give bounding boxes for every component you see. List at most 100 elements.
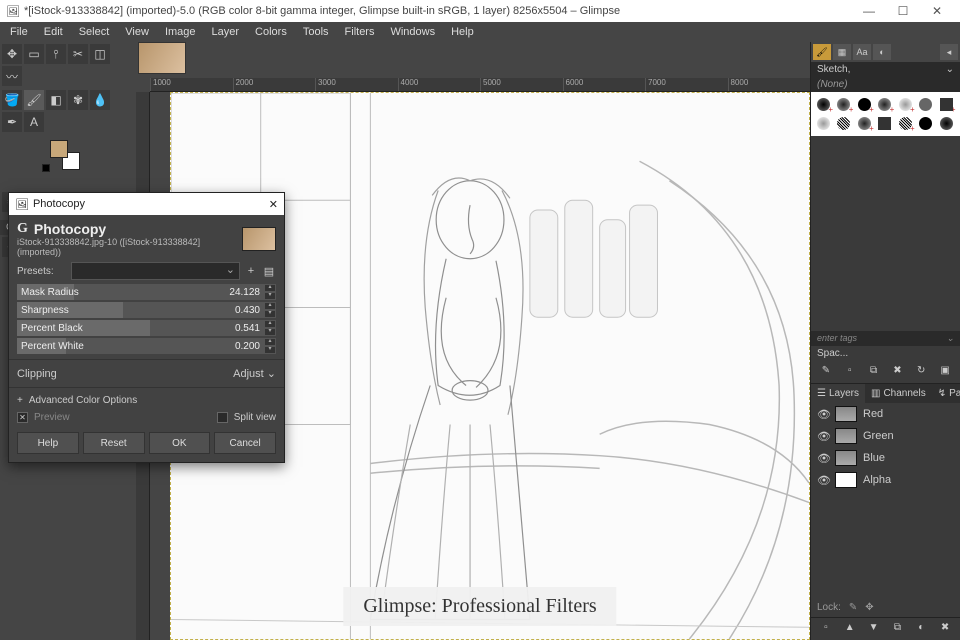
slider-stepper[interactable]: ▴▾ <box>264 284 276 300</box>
presets-select[interactable]: ⌄ <box>71 262 240 280</box>
menu-image[interactable]: Image <box>159 24 202 40</box>
close-button[interactable]: ✕ <box>920 4 954 18</box>
tool-transform[interactable]: ◫ <box>90 44 110 64</box>
tool-bucket[interactable]: 🪣 <box>2 90 22 110</box>
help-button[interactable]: Help <box>17 432 79 454</box>
duplicate-channel-button[interactable]: ⧉ <box>889 622 905 636</box>
tool-smudge[interactable]: 💧 <box>90 90 110 110</box>
ok-button[interactable]: OK <box>149 432 211 454</box>
tool-paintbrush[interactable]: 🖌 <box>24 90 44 110</box>
slider-track[interactable]: Percent White0.200 <box>17 338 264 354</box>
brush-preset[interactable] <box>917 96 934 113</box>
brush-preset[interactable]: + <box>856 96 873 113</box>
lock-position-icon[interactable]: ✥ <box>865 602 873 613</box>
slider-stepper[interactable]: ▴▾ <box>264 320 276 336</box>
channel-row-blue[interactable]: 👁 Blue <box>811 447 960 469</box>
brush-preset[interactable] <box>917 115 934 132</box>
tool-eraser[interactable]: ◧ <box>46 90 66 110</box>
tab-channels[interactable]: ▥Channels <box>865 384 932 403</box>
menu-file[interactable]: File <box>4 24 34 40</box>
brush-preset[interactable]: + <box>876 96 893 113</box>
brush-preset[interactable] <box>876 115 893 132</box>
slider-track[interactable]: Mask Radius24.128 <box>17 284 264 300</box>
clipping-select[interactable]: Adjust ⌄ <box>233 367 276 380</box>
slider-stepper[interactable]: ▴▾ <box>264 338 276 354</box>
tool-clone[interactable]: ✾ <box>68 90 88 110</box>
brushes-tab[interactable]: 🖌 <box>813 44 831 60</box>
brush-preset[interactable]: + <box>815 96 832 113</box>
tool-text[interactable]: A <box>24 112 44 132</box>
dialog-titlebar[interactable]: 🖼 Photocopy ✕ <box>9 193 284 215</box>
new-channel-button[interactable]: ▫ <box>818 622 834 636</box>
preset-menu-button[interactable]: ▤ <box>262 265 276 278</box>
brush-category-select[interactable]: Sketch, ⌄ <box>811 62 960 77</box>
tool-crop[interactable]: ✂ <box>68 44 88 64</box>
maximize-button[interactable]: ☐ <box>886 4 920 18</box>
eye-icon[interactable]: 👁 <box>817 474 829 487</box>
refresh-brush-button[interactable]: ↻ <box>913 365 929 379</box>
color-swatches[interactable] <box>50 140 80 170</box>
open-as-image-button[interactable]: ▣ <box>937 365 953 379</box>
channel-row-alpha[interactable]: 👁 Alpha <box>811 469 960 491</box>
brush-preset[interactable] <box>835 115 852 132</box>
slider-track[interactable]: Percent Black0.541 <box>17 320 264 336</box>
duplicate-brush-button[interactable]: ⧉ <box>866 365 882 379</box>
dialog-close-button[interactable]: ✕ <box>269 198 278 211</box>
fonts-tab[interactable]: Aa <box>853 44 871 60</box>
brush-preset[interactable]: + <box>897 96 914 113</box>
menu-filters[interactable]: Filters <box>339 24 381 40</box>
slider-stepper[interactable]: ▴▾ <box>264 302 276 318</box>
default-colors-icon[interactable] <box>42 164 50 172</box>
tool-move[interactable]: ✥ <box>2 44 22 64</box>
delete-channel-button[interactable]: ✖ <box>937 622 953 636</box>
menu-view[interactable]: View <box>119 24 155 40</box>
slider-track[interactable]: Sharpness0.430 <box>17 302 264 318</box>
eye-icon[interactable]: 👁 <box>817 408 829 421</box>
tab-layers[interactable]: ☰Layers <box>811 384 865 403</box>
tab-paths[interactable]: ↯Paths <box>932 384 960 403</box>
lower-channel-button[interactable]: ▼ <box>866 622 882 636</box>
menu-tools[interactable]: Tools <box>297 24 335 40</box>
panel-menu-icon[interactable]: ◂ <box>940 44 958 60</box>
brush-preset[interactable]: + <box>897 115 914 132</box>
menu-colors[interactable]: Colors <box>249 24 293 40</box>
tag-filter[interactable]: enter tags ⌄ <box>811 331 960 346</box>
fg-color-swatch[interactable] <box>50 140 68 158</box>
minimize-button[interactable]: — <box>852 4 886 18</box>
delete-brush-button[interactable]: ✖ <box>889 365 905 379</box>
brush-preset[interactable]: + <box>856 115 873 132</box>
brush-preset[interactable]: + <box>835 96 852 113</box>
raise-channel-button[interactable]: ▲ <box>842 622 858 636</box>
image-thumbnail[interactable] <box>138 42 186 74</box>
to-selection-button[interactable]: ◐ <box>913 622 929 636</box>
tool-rect-select[interactable]: ▭ <box>24 44 44 64</box>
patterns-tab[interactable]: ▦ <box>833 44 851 60</box>
cancel-button[interactable]: Cancel <box>214 432 276 454</box>
tool-free-select[interactable]: ⫯ <box>46 44 66 64</box>
tool-path[interactable]: ✒ <box>2 112 22 132</box>
advanced-color-toggle[interactable]: + Advanced Color Options <box>9 392 284 409</box>
tool-warp[interactable]: 〰 <box>2 66 22 86</box>
new-brush-button[interactable]: ▫ <box>842 365 858 379</box>
split-view-checkbox[interactable] <box>217 412 228 423</box>
preset-add-button[interactable]: + <box>244 265 258 277</box>
menu-select[interactable]: Select <box>73 24 116 40</box>
menu-windows[interactable]: Windows <box>384 24 441 40</box>
brush-preset[interactable]: + <box>938 96 955 113</box>
channel-row-red[interactable]: 👁 Red <box>811 403 960 425</box>
menu-layer[interactable]: Layer <box>206 24 246 40</box>
menu-edit[interactable]: Edit <box>38 24 69 40</box>
menu-help[interactable]: Help <box>445 24 480 40</box>
edit-brush-button[interactable]: ✎ <box>818 365 834 379</box>
brush-preset[interactable] <box>815 115 832 132</box>
spacing-slider[interactable]: Spac... <box>811 346 960 361</box>
eye-icon[interactable]: 👁 <box>817 430 829 443</box>
brush-preset[interactable] <box>938 115 955 132</box>
ruler-tick: 8000 <box>728 78 811 91</box>
eye-icon[interactable]: 👁 <box>817 452 829 465</box>
history-tab[interactable]: ◐ <box>873 44 891 60</box>
reset-button[interactable]: Reset <box>83 432 145 454</box>
channel-row-green[interactable]: 👁 Green <box>811 425 960 447</box>
lock-pixels-icon[interactable]: ✎ <box>849 602 857 613</box>
preview-checkbox[interactable]: ✕ <box>17 412 28 423</box>
